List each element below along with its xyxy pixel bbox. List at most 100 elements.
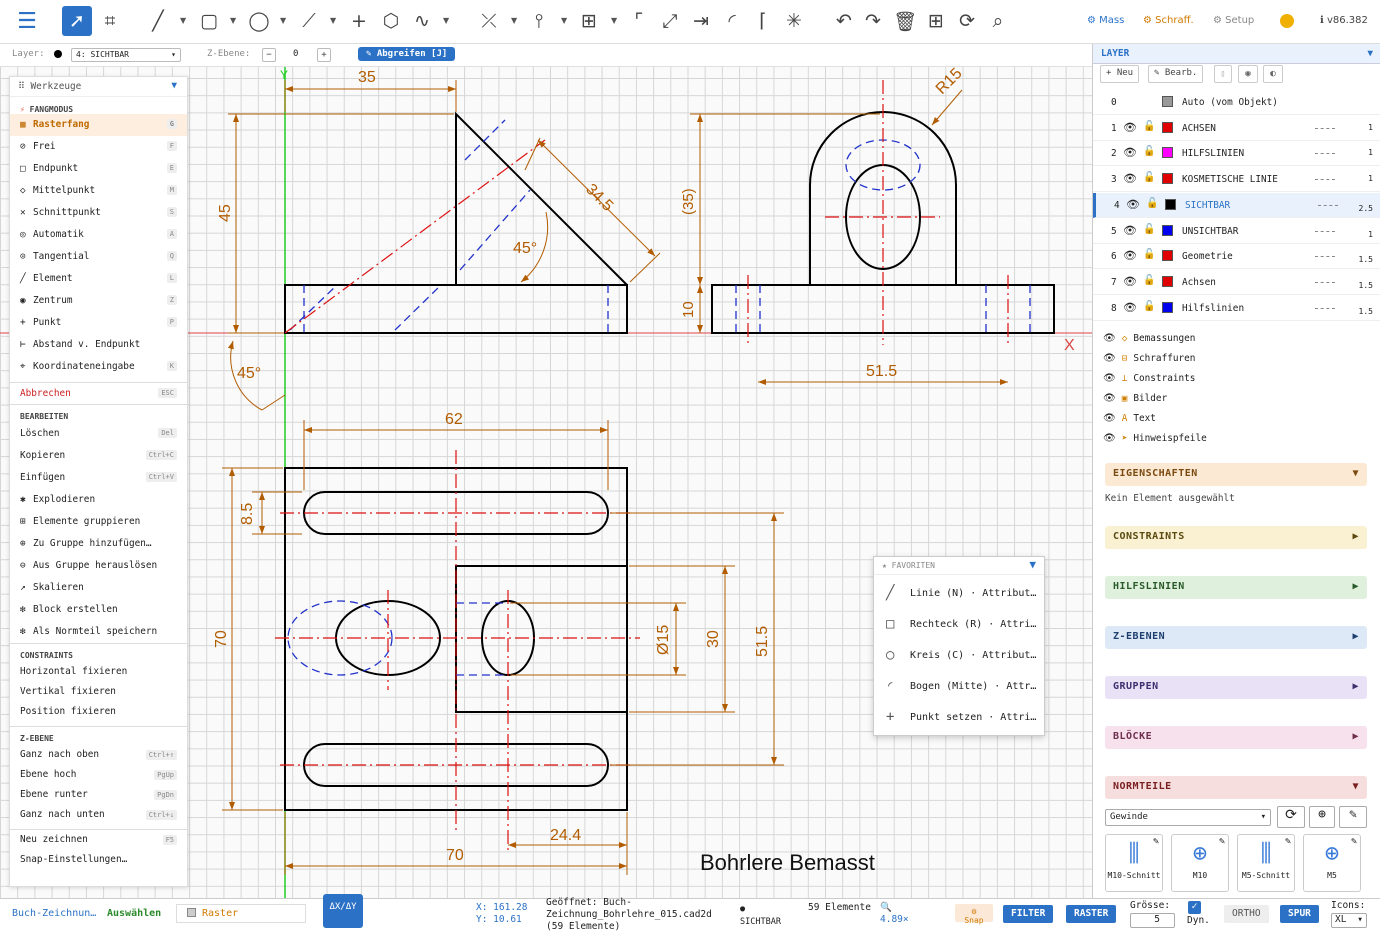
snap-toggle-button[interactable]: ⚙ Snap	[955, 904, 993, 925]
arc-icon[interactable]: ◜	[717, 6, 747, 36]
eye-icon[interactable]: 👁	[1103, 413, 1116, 424]
eye-icon[interactable]: 👁	[1103, 333, 1116, 344]
zebene-minus-button[interactable]: −	[262, 48, 276, 62]
lock-icon[interactable]: 🔓	[1143, 121, 1155, 132]
normteile-select[interactable]: Gewinde ▾	[1105, 809, 1271, 826]
eye-icon[interactable]: 👁	[1123, 121, 1137, 134]
layer-row[interactable]: 2 👁 🔓 HILFSLINIEN 1	[1093, 141, 1380, 167]
layer-color-swatch[interactable]	[1162, 121, 1173, 133]
rectangle-icon[interactable]: ▢	[194, 6, 224, 36]
constraints-section-header[interactable]: CONSTRAINTS ▶	[1105, 526, 1367, 549]
abort-button[interactable]: Abbrechen ESC	[10, 382, 187, 404]
layer-eye-icon[interactable]: ◉	[1238, 65, 1258, 83]
group-row[interactable]: 👁 ◇ Bemassungen	[1103, 333, 1195, 344]
hamburger-icon[interactable]: ☰	[12, 6, 42, 36]
spur-button[interactable]: SPUR	[1280, 905, 1319, 923]
setup-button[interactable]: ⚙ Setup	[1213, 15, 1254, 26]
layer-color-swatch[interactable]	[1162, 173, 1173, 185]
group-row[interactable]: 👁 ➤ Hinweispfeile	[1103, 433, 1207, 444]
tools-panel-header[interactable]: ⠿ Werkzeuge ▼	[10, 77, 187, 97]
dyn-checkbox[interactable]: ✓	[1188, 901, 1201, 914]
constraint-item[interactable]: Horizontal fixieren	[10, 662, 187, 682]
array-icon[interactable]: ⊞	[574, 6, 604, 36]
misc-item[interactable]: Snap-Einstellungen…	[10, 850, 187, 870]
theme-icon[interactable]	[1280, 14, 1294, 28]
schraff-button[interactable]: ⚙ Schraff.	[1143, 15, 1194, 26]
normteil-edit-icon[interactable]: ✎	[1219, 836, 1225, 847]
layer-row[interactable]: 5 👁 🔓 UNSICHTBAR 1	[1093, 219, 1380, 244]
favorites-header[interactable]: ★ FAVORITEN ▼	[874, 557, 1044, 575]
status-snap[interactable]: Raster	[176, 904, 306, 923]
grab-button[interactable]: ✎ Abgreifen [J]	[358, 47, 456, 61]
layer-color-swatch[interactable]	[1162, 96, 1173, 107]
lock-icon[interactable]: 🔓	[1146, 198, 1158, 209]
lock-icon[interactable]: 🔓	[1143, 275, 1155, 286]
zebene-item[interactable]: Ganz nach oben Ctrl+↑	[10, 745, 187, 765]
snap-item[interactable]: ⊘ Frei F	[10, 136, 187, 158]
filter-button[interactable]: FILTER	[1003, 905, 1054, 923]
constraint-item[interactable]: Position fixieren	[10, 702, 187, 722]
move-icon[interactable]: ⇥	[686, 6, 716, 36]
layer-color-swatch[interactable]	[1165, 198, 1176, 210]
grid-icon[interactable]: ⊞	[921, 6, 951, 36]
normteile-edit-icon[interactable]: ✎	[1339, 806, 1367, 828]
zebene-plus-button[interactable]: +	[317, 48, 331, 62]
eye-icon[interactable]: 👁	[1123, 146, 1137, 159]
polyline-icon[interactable]: ⟋	[294, 6, 324, 36]
layer-row[interactable]: 7 👁 🔓 Achsen 1.5	[1093, 270, 1380, 295]
layer-delete-icon[interactable]: ▯	[1214, 65, 1232, 83]
snap-item[interactable]: + Punkt P	[10, 312, 187, 334]
snap-item[interactable]: ◇ Mittelpunkt M	[10, 180, 187, 202]
constraint-item[interactable]: Vertikal fixieren	[10, 682, 187, 702]
mass-button[interactable]: ⚙ Mass	[1087, 15, 1124, 26]
layer-panel-header[interactable]: LAYER ▼	[1093, 44, 1380, 64]
lock-icon[interactable]: 🔓	[1143, 172, 1155, 183]
circle-icon[interactable]: ◯	[244, 6, 274, 36]
eye-icon[interactable]: 👁	[1103, 353, 1116, 364]
zoom-icon[interactable]: ⌕	[983, 6, 1013, 36]
dxdy-button[interactable]: ΔX/ΔY	[323, 894, 363, 928]
trim-icon[interactable]: ⤫	[474, 6, 504, 36]
props-section-header[interactable]: EIGENSCHAFTEN ▼	[1105, 463, 1367, 486]
group-row[interactable]: 👁 ⊟ Schraffuren	[1103, 353, 1195, 364]
groesse-input[interactable]: 5	[1130, 913, 1175, 928]
eye-icon[interactable]: 👁	[1126, 198, 1140, 211]
normteile-refresh-icon[interactable]: ⟳	[1277, 806, 1305, 828]
favorite-item[interactable]: ╱ Linie (N) · Attribut…	[874, 579, 1046, 609]
edit-item[interactable]: Kopieren Ctrl+C	[10, 445, 187, 467]
lock-icon[interactable]: 🔓	[1143, 301, 1155, 312]
point-icon[interactable]: +	[344, 6, 374, 36]
zebenen-section-header[interactable]: Z-EBENEN ▶	[1105, 626, 1367, 649]
normteil-tile[interactable]: ⫼ M5-Schnitt ✎	[1237, 834, 1295, 892]
zebene-item[interactable]: Ganz nach unten Ctrl+↓	[10, 805, 187, 825]
lock-icon[interactable]: 🔓	[1143, 146, 1155, 157]
status-file[interactable]: Buch-Zeichnun…	[12, 908, 96, 919]
favorite-item[interactable]: □ Rechteck (R) · Attri…	[874, 610, 1046, 640]
layer-row[interactable]: 1 👁 🔓 ACHSEN 1	[1093, 116, 1380, 141]
bloecke-section-header[interactable]: BLÖCKE ▶	[1105, 726, 1367, 749]
zebene-item[interactable]: Ebene runter PgDn	[10, 785, 187, 805]
eye-icon[interactable]: 👁	[1123, 249, 1137, 262]
misc-item[interactable]: Neu zeichnen F5	[10, 830, 187, 850]
lock-icon[interactable]: 🔓	[1143, 224, 1155, 235]
explode-icon[interactable]: ✳	[779, 6, 809, 36]
favorite-item[interactable]: ◜ Bogen (Mitte) · Attr…	[874, 672, 1046, 702]
mirror-icon[interactable]: ⫯	[524, 6, 554, 36]
snap-item[interactable]: ⊢ Abstand v. Endpunkt	[10, 334, 187, 356]
ortho-button[interactable]: ORTHO	[1224, 905, 1269, 923]
eye-icon[interactable]: 👁	[1123, 301, 1137, 314]
normteil-edit-icon[interactable]: ✎	[1351, 836, 1357, 847]
delete-icon[interactable]: 🗑	[890, 6, 920, 36]
chamfer-icon[interactable]: ⌈	[748, 6, 778, 36]
favorite-item[interactable]: ○ Kreis (C) · Attribut…	[874, 641, 1046, 671]
edit-item[interactable]: Löschen Del	[10, 423, 187, 445]
edit-item[interactable]: ⊕ Zu Gruppe hinzufügen…	[10, 533, 187, 555]
edit-item[interactable]: ❇ Block erstellen	[10, 599, 187, 621]
layer-color-swatch[interactable]	[1162, 224, 1173, 236]
layer-row[interactable]: 0 Auto (vom Objekt)	[1093, 90, 1380, 115]
edit-item[interactable]: ❇ Als Normteil speichern	[10, 621, 187, 643]
lock-icon[interactable]: 🔓	[1143, 249, 1155, 260]
layer-row[interactable]: 8 👁 🔓 Hilfslinien 1.5	[1093, 296, 1380, 321]
redo-icon[interactable]: ↷	[858, 6, 888, 36]
edit-item[interactable]: ✱ Explodieren	[10, 489, 187, 511]
